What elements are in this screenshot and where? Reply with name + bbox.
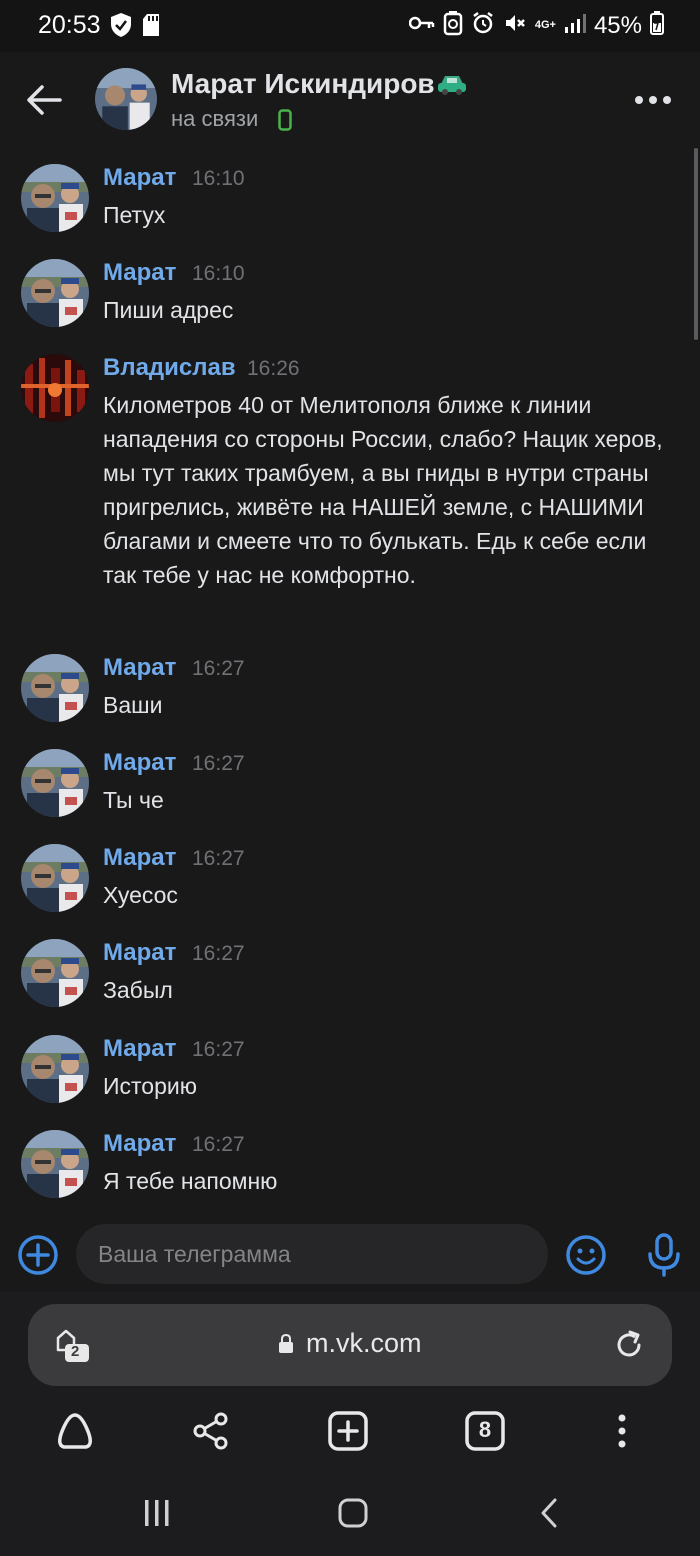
message-composer [0, 1220, 700, 1292]
alarm-icon [471, 11, 495, 40]
attach-button[interactable] [16, 1233, 60, 1282]
tabs-button[interactable]: 8 [460, 1406, 510, 1456]
avatar[interactable] [21, 164, 89, 232]
system-back-button[interactable] [524, 1488, 574, 1538]
tab-group-button[interactable]: 2 [52, 1326, 92, 1371]
url-text: m.vk.com [306, 1328, 422, 1358]
phone-icon [278, 109, 292, 136]
emoji-button[interactable] [564, 1233, 608, 1282]
vertical-dots-icon [618, 1414, 626, 1448]
arrow-left-icon [27, 85, 62, 115]
tab-group-count: 2 [71, 1343, 80, 1360]
open-tabs-count: 8 [478, 1417, 492, 1442]
new-tab-button[interactable] [323, 1406, 373, 1456]
recent-apps-icon [145, 1500, 169, 1526]
share-button[interactable] [186, 1406, 236, 1456]
share-icon [193, 1412, 228, 1450]
message-author[interactable]: Марат [103, 164, 176, 192]
avatar[interactable] [21, 1130, 89, 1198]
voice-message-button[interactable] [644, 1232, 684, 1283]
message-time: 16:26 [247, 357, 300, 380]
message-time: 16:27 [192, 1038, 245, 1061]
avatar[interactable] [21, 1035, 89, 1103]
car-icon [437, 72, 467, 101]
home-icon [338, 1498, 368, 1528]
message-time: 16:27 [192, 1133, 245, 1156]
lock-icon [278, 1333, 294, 1359]
message-text: Забыл [103, 977, 173, 1003]
message-text: Петух [103, 202, 166, 228]
browser-toolbar: 8 [0, 1406, 700, 1462]
system-navigation-bar [0, 1488, 700, 1538]
address-bar[interactable]: 2 m.vk.com [28, 1304, 672, 1386]
chat-header: Марат Искиндиров на связи [0, 52, 700, 148]
avatar[interactable] [21, 654, 89, 722]
message-text: Ты че [103, 787, 164, 813]
avatar[interactable] [21, 749, 89, 817]
message-input[interactable] [76, 1224, 548, 1284]
status-bar: 20:53 4G+ 45% [0, 0, 700, 52]
message-text: Я тебе напомню [103, 1168, 278, 1194]
message-list[interactable]: Марат 16:10 Петух Марат 16:10 Пиши адрес Вла… [0, 148, 700, 1220]
message-time: 16:27 [192, 847, 245, 870]
message-author[interactable]: Марат [103, 939, 176, 967]
message-text: Пиши адрес [103, 297, 234, 323]
scrollbar[interactable] [694, 148, 698, 340]
sd-card-icon [142, 13, 160, 42]
avatar[interactable] [21, 844, 89, 912]
vpn-key-icon [408, 15, 435, 36]
avatar[interactable] [21, 939, 89, 1007]
browser-chrome: 2 m.vk.com 8 [0, 1292, 700, 1556]
battery-icon [650, 11, 664, 40]
shield-icon [110, 12, 132, 43]
message-author[interactable]: Марат [103, 259, 176, 287]
plus-circle-icon [18, 1235, 58, 1275]
message-author[interactable]: Марат [103, 844, 176, 872]
alice-button[interactable] [50, 1406, 100, 1456]
chevron-left-icon [541, 1498, 557, 1528]
microphone-icon [648, 1233, 680, 1277]
message-text: Ваши [103, 692, 163, 718]
data-saver-icon [443, 10, 463, 41]
message-author[interactable]: Марат [103, 654, 176, 682]
message-time: 16:10 [192, 167, 245, 190]
more-options-button[interactable] [634, 90, 672, 110]
avatar[interactable] [95, 68, 157, 130]
recent-apps-button[interactable] [132, 1488, 182, 1538]
message-time: 16:27 [192, 752, 245, 775]
home-button[interactable] [328, 1488, 378, 1538]
status-time: 20:53 [38, 11, 101, 39]
message-author[interactable]: Владислав [103, 354, 236, 382]
more-dots-icon [635, 96, 671, 104]
message-time: 16:10 [192, 262, 245, 285]
message-author[interactable]: Марат [103, 749, 176, 777]
online-status: на связи [171, 106, 259, 131]
smile-icon [566, 1235, 606, 1275]
message-text: Хуесос [103, 882, 178, 908]
mute-icon [503, 11, 527, 40]
network-type: 4G+ [534, 19, 556, 31]
reload-icon [617, 1330, 641, 1357]
signal-icon [564, 13, 586, 38]
contact-name: Марат Искиндиров [171, 68, 435, 99]
avatar[interactable] [21, 259, 89, 327]
avatar[interactable] [21, 354, 89, 422]
browser-menu-button[interactable] [597, 1406, 647, 1456]
reload-button[interactable] [612, 1328, 646, 1367]
alice-icon [58, 1413, 92, 1449]
message-text: Историю [103, 1073, 197, 1099]
message-author[interactable]: Марат [103, 1035, 176, 1063]
battery-level: 45% [593, 11, 642, 39]
message-author[interactable]: Марат [103, 1130, 176, 1158]
plus-square-icon [328, 1411, 368, 1451]
back-button[interactable] [24, 80, 64, 120]
message-text: Километров 40 от Мелитополя ближе к лини… [103, 392, 663, 588]
message-time: 16:27 [192, 942, 245, 965]
message-time: 16:27 [192, 657, 245, 680]
